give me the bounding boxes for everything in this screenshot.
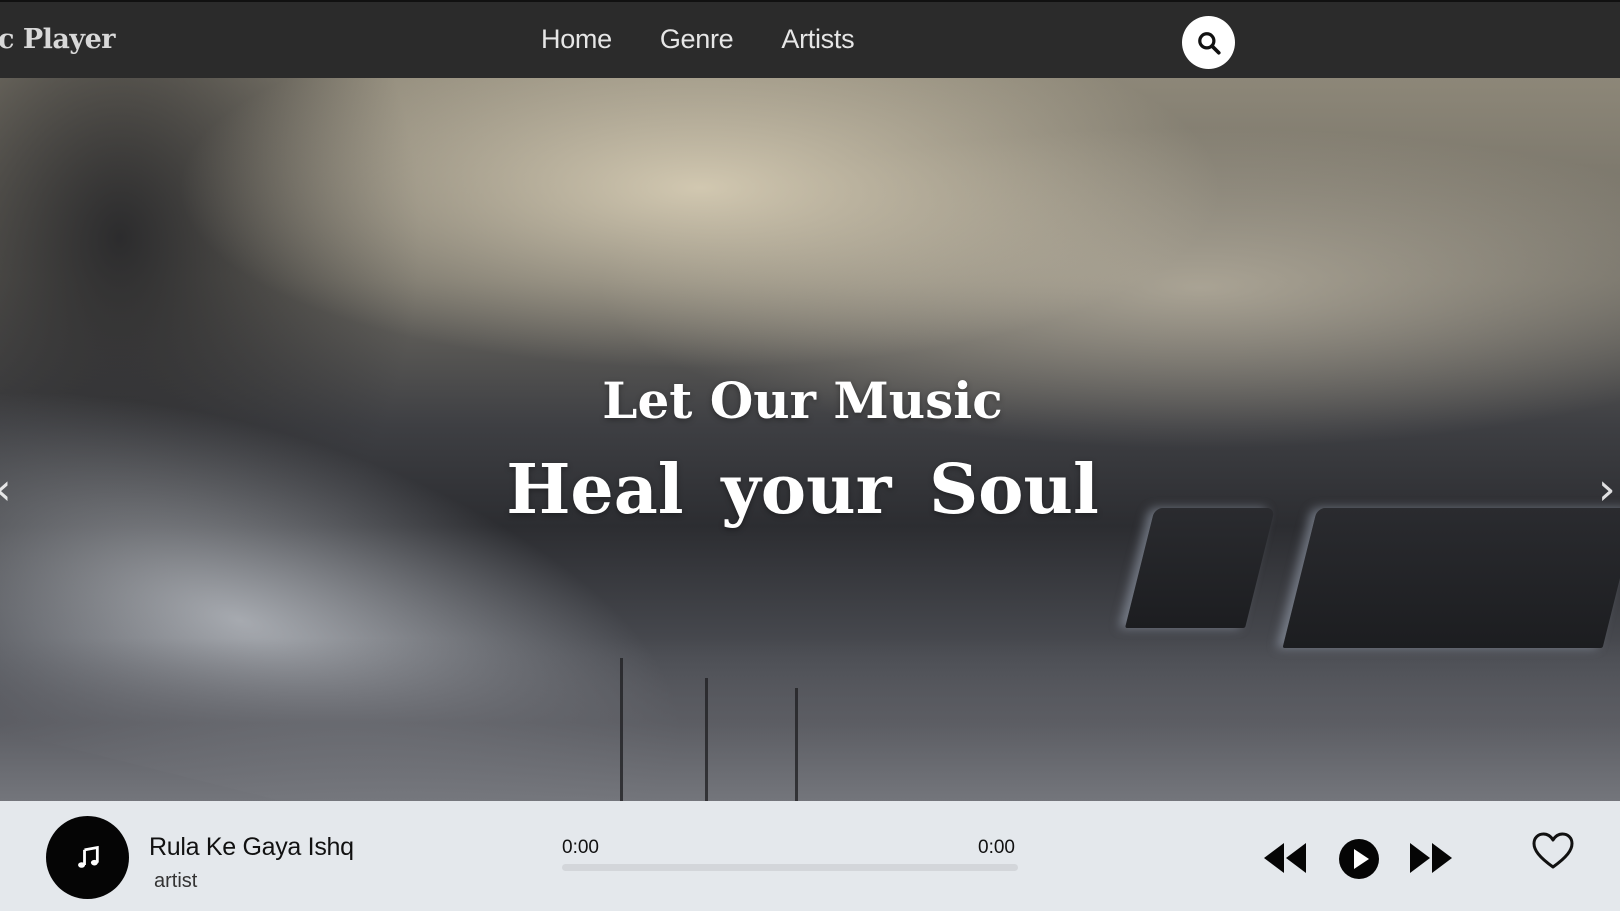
music-note-icon [77, 845, 99, 868]
hero-title-line2: Heal your Soul [506, 450, 1099, 530]
player-bar: Rula Ke Gaya Ishq artist 0:00 0:00 [0, 801, 1620, 911]
current-time: 0:00 [562, 837, 599, 858]
previous-button[interactable] [1262, 839, 1308, 877]
hero-background-keys [0, 638, 1620, 801]
navbar: c Player Home Genre Artists [0, 0, 1620, 78]
hero-key-divider [705, 678, 708, 801]
nav-link-artists[interactable]: Artists [781, 24, 854, 55]
nav-link-genre[interactable]: Genre [660, 24, 734, 55]
hero-banner: Let Our Music Heal your Soul ‹ › [0, 78, 1620, 801]
song-artist: artist [154, 870, 198, 892]
search-icon [1197, 31, 1221, 55]
rewind-icon [1264, 843, 1306, 873]
hero-title-line1: Let Our Music [602, 371, 1003, 430]
song-title: Rula Ke Gaya Ishq [149, 833, 354, 861]
carousel-prev-arrow[interactable]: ‹ [0, 468, 12, 512]
play-icon [1339, 839, 1379, 879]
album-art [46, 816, 129, 899]
nav-links: Home Genre Artists [541, 24, 855, 55]
progress-bar[interactable] [562, 864, 1018, 871]
hero-key-divider [620, 658, 623, 801]
hero-key-divider [795, 688, 798, 801]
brand-logo[interactable]: c Player [0, 24, 116, 55]
like-button[interactable] [1530, 830, 1576, 872]
fast-forward-icon [1410, 843, 1452, 873]
carousel-next-arrow[interactable]: › [1598, 468, 1616, 512]
play-button[interactable] [1338, 838, 1380, 880]
next-button[interactable] [1408, 839, 1454, 877]
total-time: 0:00 [978, 837, 1015, 858]
search-button[interactable] [1182, 16, 1235, 69]
nav-link-home[interactable]: Home [541, 24, 612, 55]
heart-icon [1532, 832, 1574, 869]
